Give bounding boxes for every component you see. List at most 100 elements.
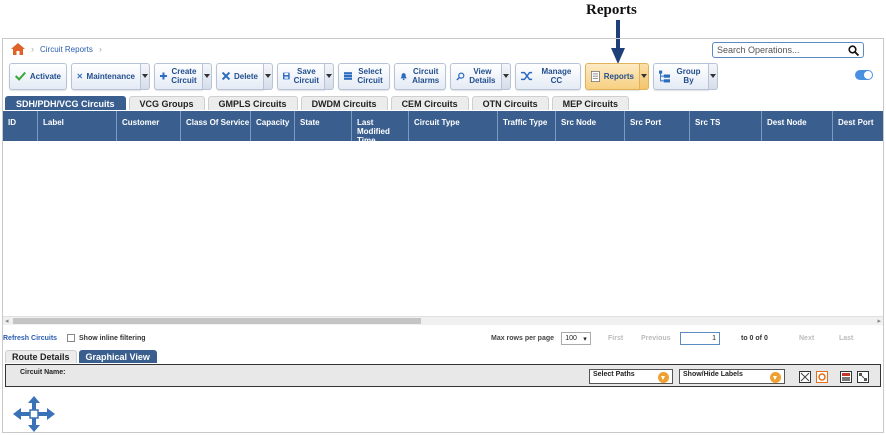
select-circuit-button[interactable]: Select Circuit bbox=[338, 62, 390, 90]
delete-dropdown-icon[interactable] bbox=[264, 62, 273, 90]
pan-move-icon[interactable] bbox=[13, 396, 55, 432]
graphical-view-toolbar: Circuit Name: Select Paths Show/Hide Lab… bbox=[5, 364, 881, 387]
inline-filter-option[interactable]: Show inline filtering bbox=[67, 334, 146, 342]
save-circuit-group: Save Circuit bbox=[277, 62, 334, 90]
column-header-customer[interactable]: Customer bbox=[117, 111, 181, 141]
circuit-type-tabs: SDH/PDH/VCG Circuits VCG Groups GMPLS Ci… bbox=[5, 96, 629, 110]
pagination-bar: Refresh Circuits Show inline filtering M… bbox=[3, 331, 883, 347]
reports-button[interactable]: Reports bbox=[585, 62, 640, 90]
column-header-circuit-type[interactable]: Circuit Type bbox=[409, 111, 498, 141]
max-rows-value: 100 bbox=[565, 335, 577, 342]
plus-icon bbox=[160, 72, 167, 80]
toolbar: Activate Maintenance Create Circuit Dele… bbox=[9, 62, 718, 90]
column-header-last-modified-time[interactable]: Last Modified Time bbox=[352, 111, 409, 141]
hierarchy-icon bbox=[659, 70, 671, 82]
reports-group: Reports bbox=[585, 62, 649, 90]
save-disk-icon bbox=[283, 72, 290, 80]
scroll-left-icon[interactable]: ◂ bbox=[5, 317, 9, 325]
maintenance-button[interactable]: Maintenance bbox=[71, 62, 141, 90]
page-range-text: to 0 of 0 bbox=[741, 335, 768, 342]
fit-view-icon[interactable] bbox=[799, 371, 811, 383]
view-details-group: View Details bbox=[450, 62, 511, 90]
create-circuit-dropdown-icon[interactable] bbox=[203, 62, 212, 90]
breadcrumb-item-circuit-reports[interactable]: Circuit Reports bbox=[40, 45, 93, 54]
max-rows-label: Max rows per page bbox=[491, 335, 555, 342]
tab-route-details[interactable]: Route Details bbox=[5, 350, 77, 363]
page-number-input[interactable]: 1 bbox=[680, 332, 720, 345]
bell-icon bbox=[400, 72, 407, 80]
save-circuit-dropdown-icon[interactable] bbox=[325, 62, 334, 90]
group-by-button[interactable]: Group By bbox=[653, 62, 709, 90]
horizontal-scrollbar[interactable]: ◂ ▸ bbox=[3, 316, 883, 325]
column-header-id[interactable]: ID bbox=[3, 111, 38, 141]
breadcrumb-separator-icon: › bbox=[98, 44, 102, 54]
search-input[interactable] bbox=[717, 45, 837, 55]
search-icon[interactable] bbox=[848, 44, 859, 56]
next-page-button[interactable]: Next bbox=[799, 335, 814, 342]
screen: Reports › Circuit Reports › Activate bbox=[0, 0, 886, 435]
max-rows-select[interactable]: 100 ▾ bbox=[561, 332, 591, 345]
last-page-button[interactable]: Last bbox=[839, 335, 853, 342]
circuit-table-header: ID Label Customer Class Of Service Capac… bbox=[3, 111, 883, 141]
create-circuit-button[interactable]: Create Circuit bbox=[154, 62, 203, 90]
tab-sdh-pdh-vcg-circuits[interactable]: SDH/PDH/VCG Circuits bbox=[5, 96, 126, 110]
delete-x-icon bbox=[222, 71, 230, 81]
maintenance-dropdown-icon[interactable] bbox=[141, 62, 150, 90]
server-icon bbox=[344, 72, 353, 80]
column-header-state[interactable]: State bbox=[295, 111, 352, 141]
scrollbar-thumb[interactable] bbox=[13, 318, 421, 324]
refresh-circuits-link[interactable]: Refresh Circuits bbox=[3, 335, 57, 342]
export-image-icon[interactable] bbox=[840, 371, 852, 383]
inline-filter-checkbox[interactable] bbox=[67, 334, 75, 342]
wrench-icon bbox=[77, 73, 83, 79]
column-header-src-ts[interactable]: Src TS bbox=[690, 111, 762, 141]
reports-dropdown-icon[interactable] bbox=[640, 62, 649, 90]
view-details-button[interactable]: View Details bbox=[450, 62, 502, 90]
column-header-traffic-type[interactable]: Traffic Type bbox=[498, 111, 556, 141]
tab-mep-circuits[interactable]: MEP Circuits bbox=[551, 96, 629, 110]
first-page-button[interactable]: First bbox=[608, 335, 623, 342]
column-header-capacity[interactable]: Capacity bbox=[251, 111, 295, 141]
view-details-dropdown-icon[interactable] bbox=[502, 62, 511, 90]
app-window: › Circuit Reports › Activate Maintenance bbox=[2, 38, 884, 433]
tab-otn-circuits[interactable]: OTN Circuits bbox=[471, 96, 549, 110]
circuit-alarms-button[interactable]: Circuit Alarms bbox=[394, 62, 446, 90]
dropdown-orb-icon bbox=[658, 372, 669, 383]
column-header-src-port[interactable]: Src Port bbox=[625, 111, 690, 141]
tab-dwdm-circuits[interactable]: DWDM Circuits bbox=[300, 96, 388, 110]
shuffle-icon bbox=[521, 71, 533, 81]
tab-cem-circuits[interactable]: CEM Circuits bbox=[390, 96, 469, 110]
view-toggle-switch[interactable] bbox=[855, 70, 873, 80]
select-paths-label: Select Paths bbox=[593, 371, 635, 378]
column-header-dest-node[interactable]: Dest Node bbox=[762, 111, 833, 141]
detail-tabs: Route Details Graphical View bbox=[5, 350, 157, 363]
activate-button[interactable]: Activate bbox=[9, 62, 67, 90]
breadcrumb-separator-icon: › bbox=[31, 44, 34, 54]
previous-page-button[interactable]: Previous bbox=[641, 335, 671, 342]
reset-zoom-icon[interactable] bbox=[816, 371, 828, 383]
dropdown-orb-icon bbox=[770, 372, 781, 383]
tab-graphical-view[interactable]: Graphical View bbox=[78, 350, 157, 363]
home-icon[interactable] bbox=[11, 43, 25, 55]
magnifier-icon bbox=[456, 72, 465, 81]
column-header-src-node[interactable]: Src Node bbox=[556, 111, 625, 141]
delete-button[interactable]: Delete bbox=[216, 62, 264, 90]
tab-gmpls-circuits[interactable]: GMPLS Circuits bbox=[207, 96, 298, 110]
column-header-class-of-service[interactable]: Class Of Service bbox=[181, 111, 251, 141]
checkmark-icon bbox=[15, 71, 26, 81]
column-header-dest-port[interactable]: Dest Port bbox=[833, 111, 883, 141]
group-by-group: Group By bbox=[653, 62, 718, 90]
manage-cc-button[interactable]: Manage CC bbox=[515, 62, 581, 90]
inline-filter-label: Show inline filtering bbox=[79, 334, 146, 342]
group-by-dropdown-icon[interactable] bbox=[709, 62, 718, 90]
layout-icon[interactable] bbox=[857, 371, 869, 383]
report-document-icon bbox=[591, 70, 600, 82]
show-hide-labels-dropdown[interactable]: Show/Hide Labels bbox=[679, 369, 785, 384]
select-paths-dropdown[interactable]: Select Paths bbox=[589, 369, 673, 384]
tab-vcg-groups[interactable]: VCG Groups bbox=[128, 96, 205, 110]
reports-callout-label: Reports bbox=[586, 2, 637, 18]
scroll-right-icon[interactable]: ▸ bbox=[877, 317, 881, 325]
save-circuit-button[interactable]: Save Circuit bbox=[277, 62, 325, 90]
column-header-label[interactable]: Label bbox=[38, 111, 117, 141]
search-box bbox=[712, 42, 864, 58]
